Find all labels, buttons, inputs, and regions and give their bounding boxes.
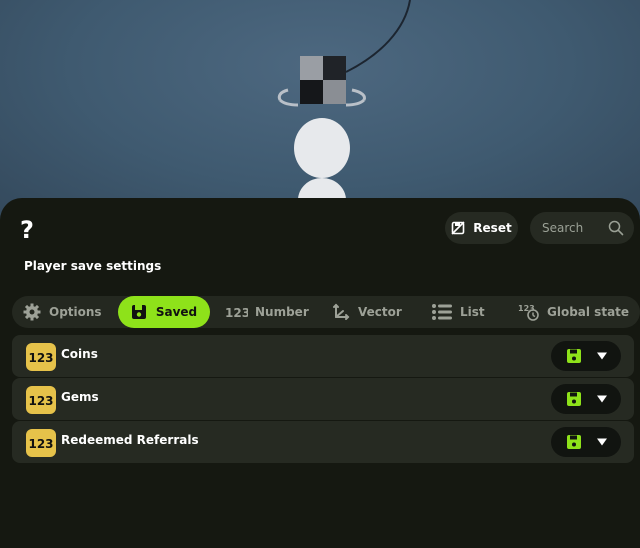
search-input[interactable] [542,221,608,235]
svg-text:123: 123 [518,304,535,313]
tab-vector-label: Vector [358,305,402,319]
row-controls [551,427,621,457]
tab-global-state[interactable]: 123 Global state [518,296,629,328]
tab-saved[interactable]: Saved [118,296,210,328]
tab-saved-label: Saved [155,305,198,319]
search-icon[interactable] [608,220,624,236]
number-123-icon: 123 [225,306,248,319]
search-box[interactable] [530,212,634,244]
row-controls [551,341,621,371]
tab-options[interactable]: Options [22,296,102,328]
list-item[interactable]: 123 Redeemed Referrals [12,421,634,463]
tab-vector[interactable]: Vector [331,296,402,328]
svg-text:123: 123 [28,351,53,364]
badge-123-glyph: 123 [28,351,53,364]
game-viewport [0,0,640,220]
list-item-label: Redeemed Referrals [61,433,199,447]
scene-art [277,0,411,220]
svg-text:123: 123 [28,437,53,450]
tab-number-label: Number [255,305,309,319]
number-123-icon: 123 [26,386,56,414]
settings-panel: ? Reset Player save settings [0,198,640,548]
tab-global-state-label: Global state [547,305,630,319]
reset-save-icon [451,221,465,235]
list-item-label: Coins [61,347,98,361]
gear-icon [23,303,41,321]
list-item[interactable]: 123 Gems [12,378,634,420]
tab-options-label: Options [49,305,102,319]
reset-button[interactable]: Reset [445,212,518,244]
save-icon[interactable] [567,392,581,406]
list-item[interactable]: 123 Coins [12,335,634,377]
number-123-icon: 123 [26,343,56,371]
chevron-down-icon[interactable] [596,437,608,447]
number-123-icon: 123 [26,429,56,457]
reset-label: Reset [473,221,512,235]
tab-list-label: List [460,305,485,319]
chevron-down-icon[interactable] [596,394,608,404]
tab-bar: Options Saved 123 Number Vector List 123… [12,296,640,328]
vector-axes-icon [333,303,350,320]
global-state-icon: 123 [518,304,539,321]
save-icon[interactable] [567,349,581,363]
rope [345,0,411,73]
tab-number[interactable]: 123 Number [224,296,309,328]
svg-text:123: 123 [225,306,248,319]
row-controls [551,384,621,414]
page-title: Player save settings [24,259,162,273]
list-item-label: Gems [61,390,99,404]
checker-cube [300,56,346,104]
svg-text:123: 123 [28,394,53,407]
chevron-down-icon[interactable] [596,351,608,361]
list-icon [432,304,452,320]
save-icon[interactable] [567,435,581,449]
help-button[interactable]: ? [20,216,34,244]
tab-list[interactable]: List [431,296,485,328]
badge-123-glyph: 123 [28,394,53,407]
save-icon [131,305,146,319]
badge-123-glyph: 123 [28,437,53,450]
